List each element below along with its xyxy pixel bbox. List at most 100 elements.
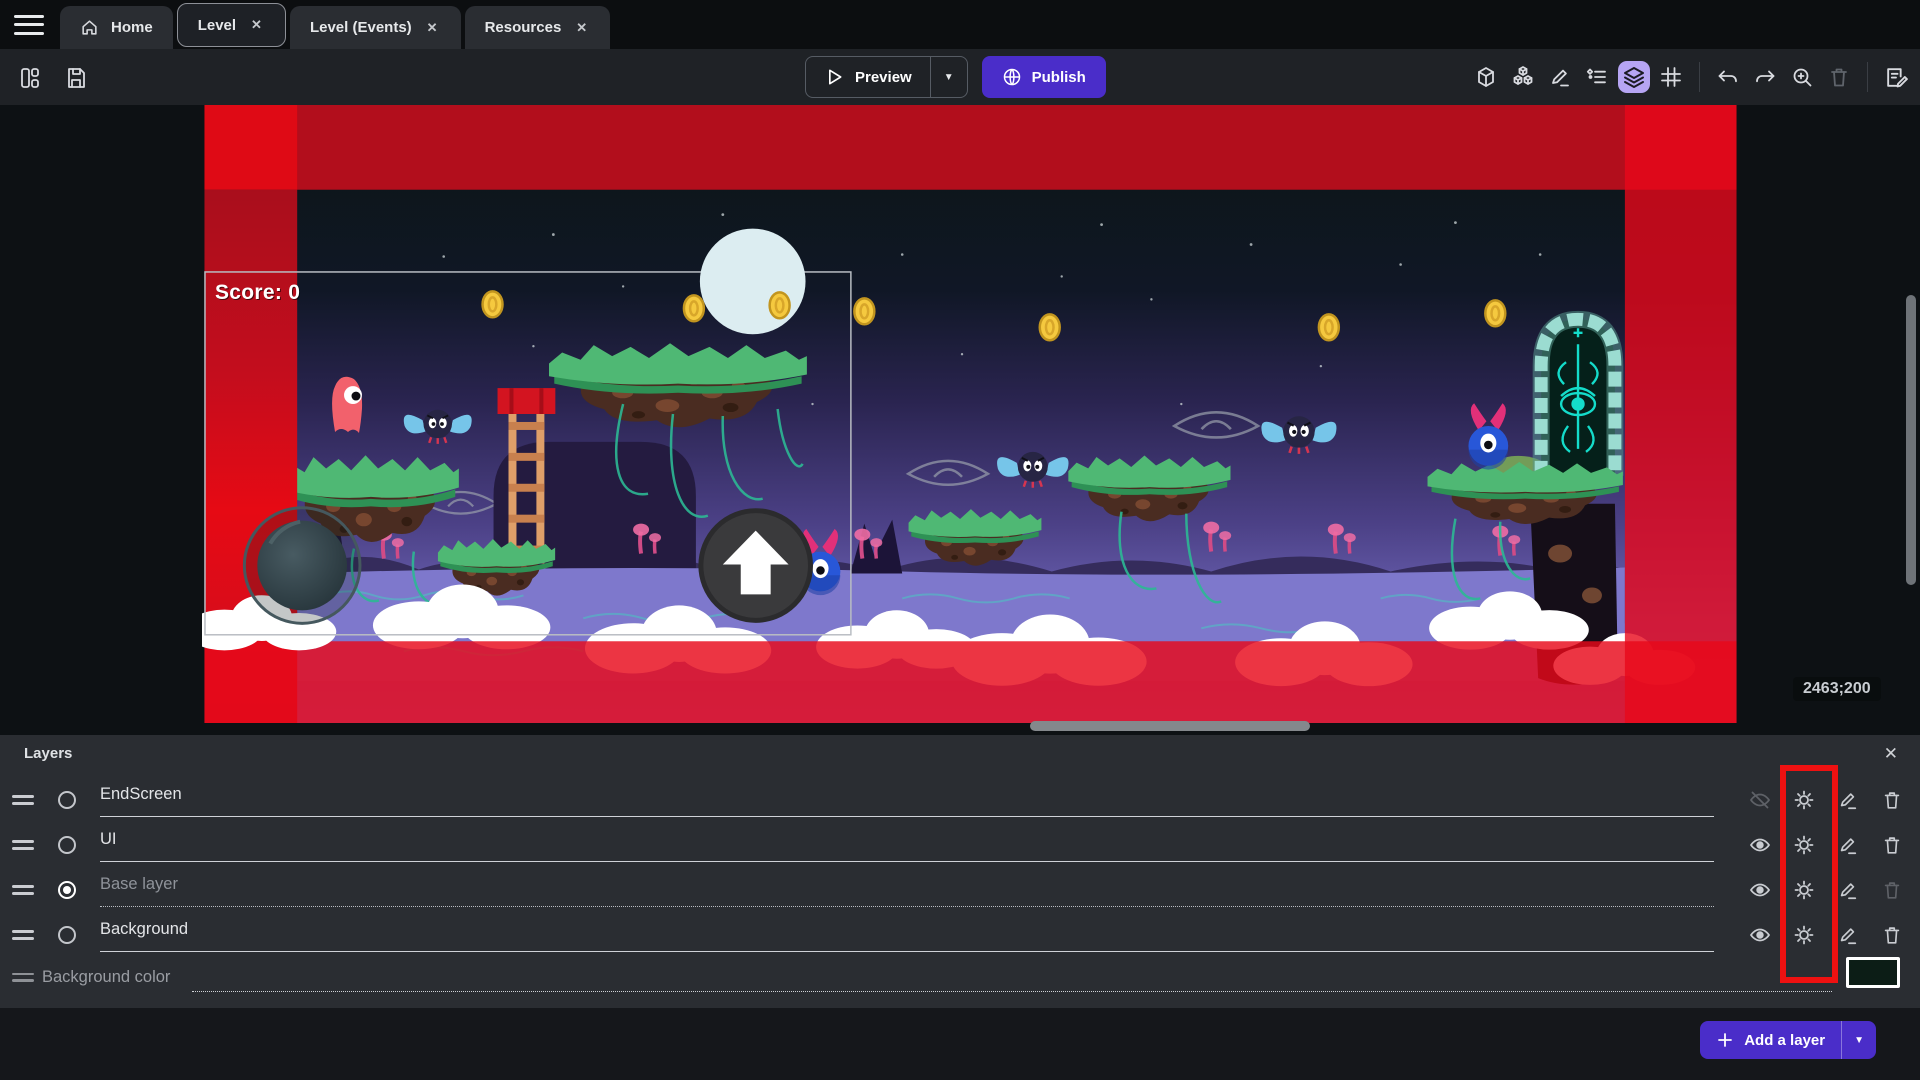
layer-row-ui: UI <box>0 823 1920 867</box>
layer-name-field[interactable]: Base layer <box>100 873 1714 907</box>
drag-handle-icon <box>12 973 40 982</box>
scene-canvas[interactable] <box>202 105 1739 723</box>
edit-layer-icon[interactable] <box>1826 823 1870 867</box>
edit-layer-icon[interactable] <box>1826 868 1870 912</box>
background-color-row: Background color <box>0 955 1920 999</box>
delete-button[interactable] <box>1823 61 1855 93</box>
toolbar: Preview ▼ Publish <box>0 49 1920 105</box>
preview-button[interactable]: Preview ▼ <box>805 56 968 98</box>
save-button[interactable] <box>60 62 92 94</box>
object-3d-button[interactable] <box>1470 61 1502 93</box>
tab-label: Level (Events) <box>310 19 412 36</box>
plus-icon <box>1716 1031 1734 1049</box>
add-layer-label: Add a layer <box>1744 1032 1825 1049</box>
visibility-icon[interactable] <box>1738 913 1782 957</box>
tab-bar: Home Level ✕ Level (Events) ✕ Resources … <box>0 0 1920 49</box>
instances-list-icon <box>1585 65 1609 89</box>
edit-note-icon <box>1884 65 1909 90</box>
drag-handle-icon[interactable] <box>12 840 40 850</box>
drag-handle-icon[interactable] <box>12 930 40 940</box>
cube-icon <box>1474 65 1498 89</box>
grid-button[interactable] <box>1655 61 1687 93</box>
tab-level-events[interactable]: Level (Events) ✕ <box>290 6 461 49</box>
layer-radio[interactable] <box>58 926 76 944</box>
project-manager-icon <box>18 66 42 90</box>
main-menu-button[interactable] <box>14 15 44 35</box>
visibility-off-icon[interactable] <box>1738 778 1782 822</box>
trash-icon <box>1827 65 1851 89</box>
app-window: Home Level ✕ Level (Events) ✕ Resources … <box>0 0 1920 1080</box>
layer-name-field[interactable]: EndScreen <box>100 783 1714 817</box>
globe-icon <box>1002 67 1022 87</box>
preview-label: Preview <box>855 69 912 86</box>
cursor-coordinates-badge: 2463;200 <box>1793 677 1881 701</box>
close-tab-icon[interactable]: ✕ <box>424 18 441 38</box>
preview-options-dropdown[interactable]: ▼ <box>931 72 967 83</box>
redo-button[interactable] <box>1749 61 1781 93</box>
objects-icon <box>1510 64 1536 90</box>
layer-name-field[interactable]: Background <box>100 918 1714 952</box>
instances-list-button[interactable] <box>1581 61 1613 93</box>
joystick-control[interactable] <box>244 508 360 624</box>
layers-icon <box>1622 65 1646 89</box>
layer-row-background: Background <box>0 913 1920 957</box>
visibility-icon[interactable] <box>1738 868 1782 912</box>
close-tab-icon[interactable]: ✕ <box>248 15 265 35</box>
edit-button[interactable] <box>1544 61 1576 93</box>
horizontal-scrollbar[interactable] <box>1030 721 1310 731</box>
redo-icon <box>1753 65 1777 89</box>
add-layer-dropdown[interactable]: ▼ <box>1842 1035 1876 1046</box>
portal-arch[interactable] <box>1541 319 1615 475</box>
layer-radio[interactable] <box>58 836 76 854</box>
delete-layer-icon[interactable] <box>1870 823 1914 867</box>
lighting-icon[interactable] <box>1782 823 1826 867</box>
zoom-in-button[interactable] <box>1786 61 1818 93</box>
close-panel-icon[interactable]: ✕ <box>1878 742 1904 766</box>
add-layer-button[interactable]: Add a layer ▼ <box>1700 1021 1876 1059</box>
delete-layer-icon-disabled <box>1870 868 1914 912</box>
layers-panel-title: Layers <box>24 745 72 762</box>
lighting-icon[interactable] <box>1782 868 1826 912</box>
edit-layer-icon[interactable] <box>1826 913 1870 957</box>
layer-radio-selected[interactable] <box>58 881 76 899</box>
tab-level[interactable]: Level ✕ <box>177 3 286 47</box>
layer-row-endscreen: EndScreen <box>0 778 1920 822</box>
tab-label: Home <box>111 19 153 36</box>
moon[interactable] <box>700 229 806 335</box>
lighting-icon[interactable] <box>1782 913 1826 957</box>
layer-name-field[interactable]: UI <box>100 828 1714 862</box>
publish-label: Publish <box>1032 69 1086 86</box>
visibility-icon[interactable] <box>1738 823 1782 867</box>
scene-properties-button[interactable] <box>1880 61 1912 93</box>
close-tab-icon[interactable]: ✕ <box>573 18 590 38</box>
tab-label: Level <box>198 17 236 34</box>
delete-layer-icon[interactable] <box>1870 913 1914 957</box>
player-ghost[interactable] <box>332 377 362 433</box>
lighting-icon[interactable] <box>1782 778 1826 822</box>
coin[interactable] <box>770 292 790 318</box>
layers-panel: Layers ✕ EndScreen UI <box>0 735 1920 1080</box>
undo-button[interactable] <box>1712 61 1744 93</box>
delete-layer-icon[interactable] <box>1870 778 1914 822</box>
tab-resources[interactable]: Resources ✕ <box>465 6 611 49</box>
tab-home[interactable]: Home <box>60 6 173 49</box>
project-manager-button[interactable] <box>14 62 46 94</box>
jump-button-control[interactable] <box>701 511 811 621</box>
background-color-swatch[interactable] <box>1846 957 1900 988</box>
zoom-in-icon <box>1790 65 1814 89</box>
grid-icon <box>1659 65 1683 89</box>
layers-panel-button[interactable] <box>1618 61 1650 93</box>
edit-layer-icon[interactable] <box>1826 778 1870 822</box>
objects-button[interactable] <box>1507 61 1539 93</box>
save-icon <box>64 66 88 90</box>
vertical-scrollbar[interactable] <box>1906 295 1916 585</box>
drag-handle-icon[interactable] <box>12 795 40 805</box>
undo-icon <box>1716 65 1740 89</box>
drag-handle-icon[interactable] <box>12 885 40 895</box>
background-color-label: Background color <box>42 968 170 987</box>
tab-label: Resources <box>485 19 562 36</box>
layer-radio[interactable] <box>58 791 76 809</box>
scene-editor-canvas: Score: 0 2463;200 <box>0 105 1920 725</box>
publish-button[interactable]: Publish <box>982 56 1106 98</box>
panel-footer: Add a layer ▼ <box>0 1008 1920 1080</box>
